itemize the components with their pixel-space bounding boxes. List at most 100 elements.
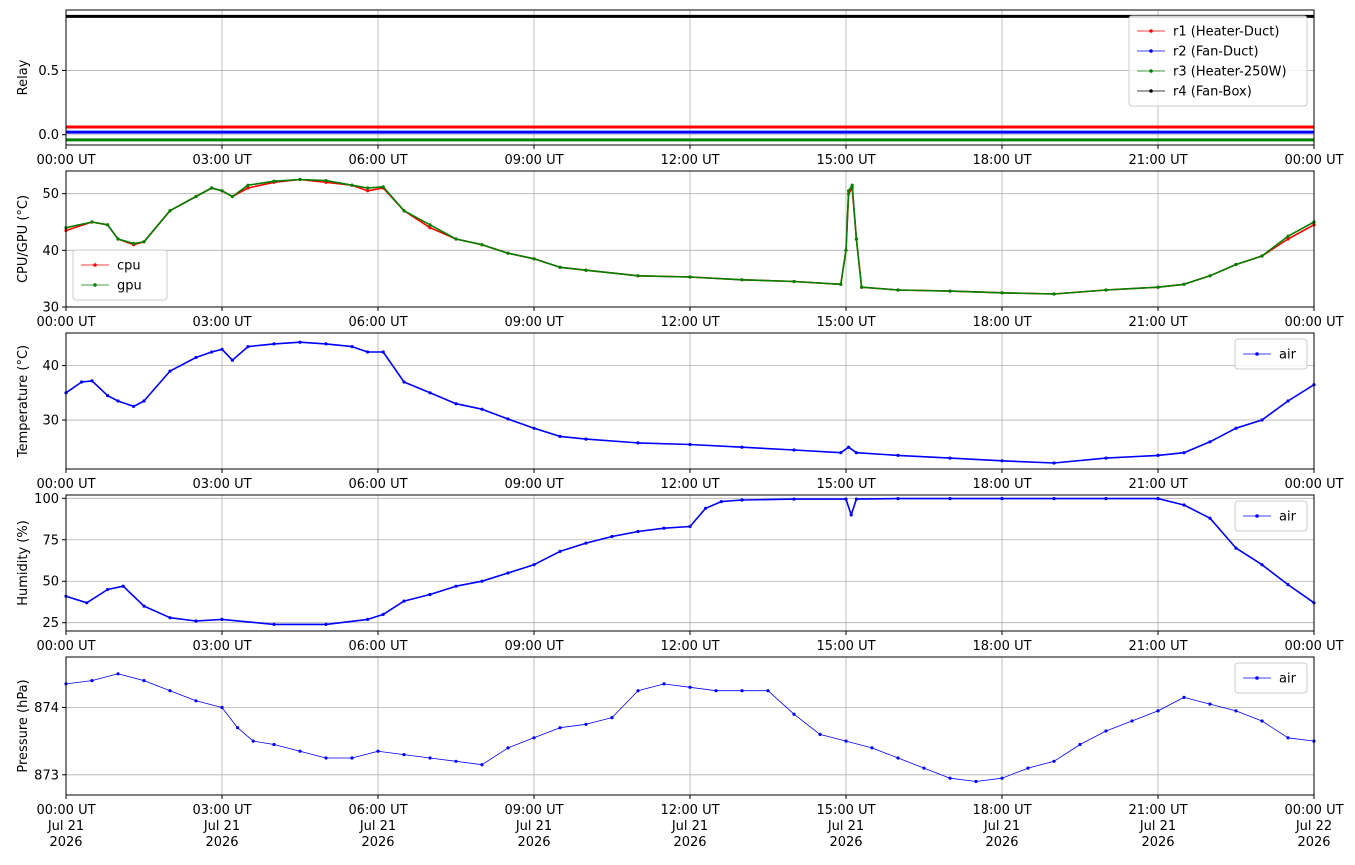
data-point	[350, 345, 354, 349]
y-tick-label: 50	[42, 575, 59, 590]
data-point	[480, 579, 484, 583]
data-point	[402, 209, 406, 213]
data-point	[1000, 497, 1004, 501]
legend-label: air	[1279, 510, 1297, 525]
data-point	[974, 779, 978, 784]
data-point	[480, 763, 484, 767]
data-point	[168, 689, 172, 693]
data-point	[636, 441, 640, 445]
data-point	[1000, 291, 1004, 295]
x-tick-label: 00:00 UT	[36, 153, 95, 168]
legend: air	[1234, 338, 1308, 370]
data-point	[116, 399, 120, 403]
data-point	[740, 689, 744, 693]
y-axis-label: Temperature (°C)	[16, 345, 31, 458]
legend: cpu gpu	[72, 249, 168, 301]
legend-label: r4 (Fan-Box)	[1173, 85, 1252, 100]
legend-label: air	[1279, 672, 1297, 687]
data-point	[1208, 516, 1212, 520]
data-point	[142, 240, 146, 244]
data-point	[1182, 451, 1186, 455]
data-point	[896, 497, 900, 501]
x-tick-date-label: Jul 22	[1295, 819, 1332, 834]
x-tick-label: 21:00 UT	[1128, 153, 1187, 168]
data-point	[896, 288, 900, 292]
x-tick-label: 00:00 UT	[36, 477, 95, 492]
x-tick-label: 09:00 UT	[504, 803, 563, 818]
data-point	[272, 742, 276, 747]
y-tick-label: 50	[42, 187, 59, 202]
data-point	[272, 179, 276, 183]
data-point	[1260, 418, 1264, 422]
data-point	[792, 448, 796, 452]
data-point	[194, 699, 198, 703]
data-point	[454, 759, 458, 763]
data-point	[1208, 702, 1212, 706]
data-point	[1260, 254, 1264, 258]
x-tick-label: 03:00 UT	[192, 477, 251, 492]
x-tick-label: 15:00 UT	[816, 315, 875, 330]
data-point	[402, 753, 406, 757]
y-tick-label: 100	[34, 492, 59, 507]
data-point	[1208, 274, 1212, 278]
data-point	[1156, 453, 1160, 457]
x-tick-year-label: 2026	[1297, 835, 1330, 850]
data-point	[1234, 262, 1238, 267]
x-tick-label: 00:00 UT	[36, 315, 95, 330]
data-point	[1182, 695, 1186, 700]
data-point	[1208, 440, 1212, 444]
data-point	[506, 746, 510, 750]
y-tick-label: 25	[42, 616, 59, 631]
legend-marker	[1149, 69, 1153, 73]
x-tick-date-label: Jul 21	[47, 819, 84, 834]
data-point	[896, 453, 900, 457]
x-tick-label: 00:00 UT	[1284, 477, 1343, 492]
x-tick-label: 09:00 UT	[504, 315, 563, 330]
data-point	[366, 617, 370, 622]
data-point	[220, 347, 224, 351]
data-point	[844, 739, 848, 743]
data-point	[251, 739, 255, 743]
y-tick-label: 75	[42, 533, 59, 548]
legend-label: r3 (Heater-250W)	[1173, 65, 1287, 80]
data-point	[532, 736, 536, 740]
x-tick-date-label: Jul 21	[515, 819, 552, 834]
data-point	[132, 404, 136, 408]
data-point	[142, 399, 146, 403]
data-point	[854, 237, 859, 241]
data-point	[704, 506, 708, 510]
data-point	[402, 380, 406, 384]
y-tick-label: 0.5	[38, 64, 59, 79]
data-point	[246, 345, 250, 349]
data-point	[1000, 776, 1004, 780]
x-tick-label: 09:00 UT	[504, 639, 563, 654]
data-point	[90, 379, 94, 383]
data-point	[381, 350, 385, 354]
data-point	[121, 584, 125, 588]
panel-1: 0.0 0.5 00:00 UT 03:00 UT 06:00 UT 09:00 UT 12…	[16, 9, 1344, 168]
data-point	[194, 619, 198, 623]
data-point	[376, 749, 380, 753]
x-tick-label: 15:00 UT	[816, 803, 875, 818]
data-point	[350, 756, 354, 760]
data-point	[230, 194, 234, 199]
y-tick-label: 30	[42, 301, 59, 316]
data-point	[714, 689, 718, 693]
x-tick-year-label: 2026	[361, 835, 394, 850]
data-point	[272, 342, 276, 346]
x-tick-label: 00:00 UT	[1284, 803, 1343, 818]
x-tick-label: 00:00 UT	[36, 639, 95, 654]
data-point	[366, 189, 370, 193]
data-point	[298, 340, 302, 344]
data-point	[1052, 461, 1056, 465]
legend-marker	[1149, 29, 1153, 33]
data-point	[1104, 288, 1108, 292]
x-tick-year-label: 2026	[985, 835, 1018, 850]
data-point	[142, 679, 146, 683]
legend-label: r1 (Heater-Duct)	[1173, 25, 1279, 40]
x-tick-year-label: 2026	[673, 835, 706, 850]
y-tick-label: 873	[34, 768, 59, 783]
data-point	[350, 183, 354, 187]
data-point	[662, 682, 666, 686]
data-point	[90, 679, 94, 683]
